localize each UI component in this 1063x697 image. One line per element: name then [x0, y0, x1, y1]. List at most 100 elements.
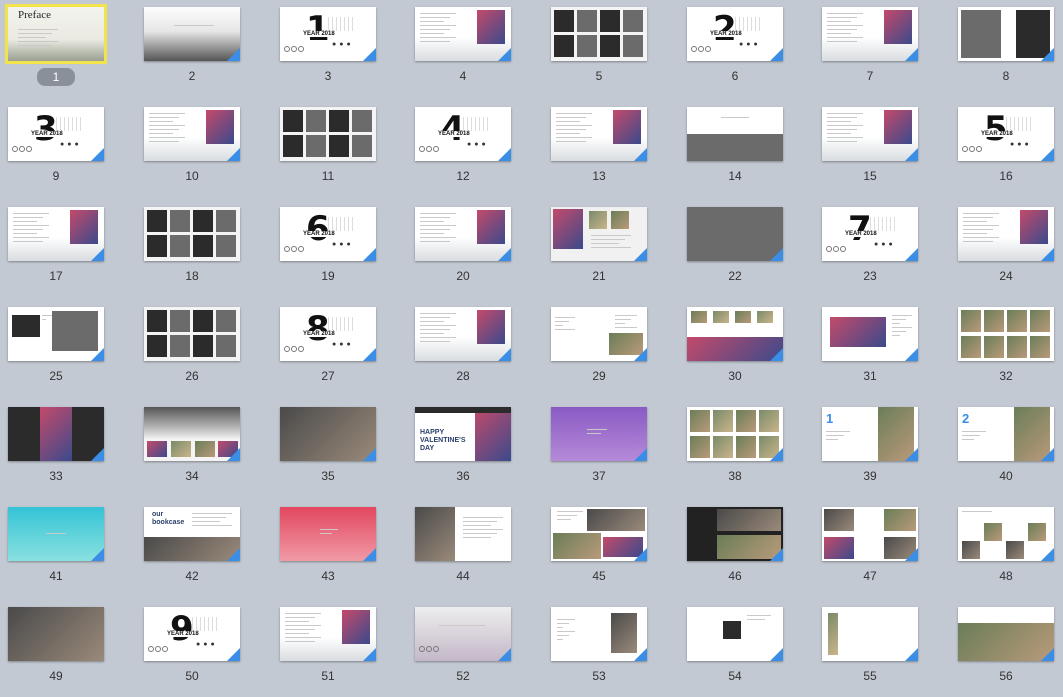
slide-thumbnail[interactable]: [280, 507, 376, 561]
slide-thumbnail[interactable]: 4 YEAR 2018 ●●●: [415, 107, 511, 161]
slide-3[interactable]: 1 YEAR 2018 ●●● 3: [280, 7, 416, 97]
slide-thumbnail[interactable]: [687, 207, 783, 261]
slide-thumbnail[interactable]: [687, 307, 783, 361]
slide-thumbnail[interactable]: [822, 507, 918, 561]
slide-52[interactable]: 52: [415, 607, 551, 697]
slide-42[interactable]: our bookcase 42: [144, 507, 280, 597]
slide-15[interactable]: 15: [822, 107, 958, 197]
slide-thumbnail[interactable]: [687, 107, 783, 161]
slide-thumbnail[interactable]: [958, 607, 1054, 661]
slide-thumbnail[interactable]: 5 YEAR 2018 ●●●: [958, 107, 1054, 161]
slide-56[interactable]: 56: [958, 607, 1063, 697]
slide-4[interactable]: 4: [415, 7, 551, 97]
slide-24[interactable]: 24: [958, 207, 1063, 297]
slide-19[interactable]: 6 YEAR 2018 ●●● 19: [280, 207, 416, 297]
slide-29[interactable]: 29: [551, 307, 687, 397]
slide-40[interactable]: 2 40: [958, 407, 1063, 497]
slide-thumbnail[interactable]: [958, 507, 1054, 561]
slide-thumbnail[interactable]: [958, 207, 1054, 261]
slide-27[interactable]: 8 YEAR 2018 ●●● 27: [280, 307, 416, 397]
slide-thumbnail[interactable]: 1 YEAR 2018 ●●●: [280, 7, 376, 61]
slide-1[interactable]: Preface 1: [5, 4, 144, 97]
slide-49[interactable]: 49: [8, 607, 144, 697]
slide-10[interactable]: 10: [144, 107, 280, 197]
slide-54[interactable]: 54: [687, 607, 823, 697]
slide-thumbnail[interactable]: [551, 207, 647, 261]
slide-28[interactable]: 28: [415, 307, 551, 397]
slide-thumbnail[interactable]: [687, 607, 783, 661]
slide-thumbnail[interactable]: [551, 107, 647, 161]
slide-8[interactable]: 8: [958, 7, 1063, 97]
slide-31[interactable]: 31: [822, 307, 958, 397]
slide-39[interactable]: 1 39: [822, 407, 958, 497]
slide-thumbnail[interactable]: [551, 507, 647, 561]
slide-35[interactable]: 35: [280, 407, 416, 497]
slide-thumbnail[interactable]: [8, 607, 104, 661]
slide-25[interactable]: 25: [8, 307, 144, 397]
slide-thumbnail[interactable]: [822, 307, 918, 361]
slide-thumbnail[interactable]: [280, 607, 376, 661]
slide-thumbnail[interactable]: [551, 407, 647, 461]
slide-thumbnail[interactable]: [551, 307, 647, 361]
slide-thumbnail[interactable]: [822, 7, 918, 61]
slide-32[interactable]: 32: [958, 307, 1063, 397]
slide-53[interactable]: 53: [551, 607, 687, 697]
slide-thumbnail[interactable]: 6 YEAR 2018 ●●●: [280, 207, 376, 261]
slide-47[interactable]: 47: [822, 507, 958, 597]
slide-22[interactable]: 22: [687, 207, 823, 297]
slide-thumbnail[interactable]: [822, 607, 918, 661]
slide-46[interactable]: 46: [687, 507, 823, 597]
slide-36[interactable]: HAPPY VALENTINE'S DAY 36: [415, 407, 551, 497]
slide-2[interactable]: 2: [144, 7, 280, 97]
slide-5[interactable]: 5: [551, 7, 687, 97]
slide-38[interactable]: 38: [687, 407, 823, 497]
slide-thumbnail[interactable]: [551, 7, 647, 61]
slide-45[interactable]: 45: [551, 507, 687, 597]
slide-thumbnail[interactable]: [144, 307, 240, 361]
slide-51[interactable]: 51: [280, 607, 416, 697]
slide-thumbnail[interactable]: 9 YEAR 2018 ●●●: [144, 607, 240, 661]
slide-thumbnail[interactable]: our bookcase: [144, 507, 240, 561]
slide-30[interactable]: 30: [687, 307, 823, 397]
slide-thumbnail[interactable]: [822, 107, 918, 161]
slide-55[interactable]: 55: [822, 607, 958, 697]
slide-44[interactable]: 44: [415, 507, 551, 597]
slide-6[interactable]: 2 YEAR 2018 ●●● 6: [687, 7, 823, 97]
slide-thumbnail[interactable]: [551, 607, 647, 661]
slide-thumbnail[interactable]: [687, 407, 783, 461]
slide-thumbnail[interactable]: [415, 207, 511, 261]
slide-thumbnail[interactable]: [415, 307, 511, 361]
slide-thumbnail[interactable]: [958, 307, 1054, 361]
slide-43[interactable]: 43: [280, 507, 416, 597]
slide-thumbnail[interactable]: [8, 307, 104, 361]
slide-thumbnail[interactable]: HAPPY VALENTINE'S DAY: [415, 407, 511, 461]
slide-12[interactable]: 4 YEAR 2018 ●●● 12: [415, 107, 551, 197]
slide-14[interactable]: 14: [687, 107, 823, 197]
slide-20[interactable]: 20: [415, 207, 551, 297]
slide-thumbnail[interactable]: 2: [958, 407, 1054, 461]
slide-41[interactable]: 41: [8, 507, 144, 597]
slide-thumbnail[interactable]: [415, 7, 511, 61]
slide-9[interactable]: 3 YEAR 2018 ●●● 9: [8, 107, 144, 197]
slide-thumbnail[interactable]: Preface: [5, 4, 107, 64]
slide-26[interactable]: 26: [144, 307, 280, 397]
slide-thumbnail[interactable]: [144, 407, 240, 461]
slide-48[interactable]: 48: [958, 507, 1063, 597]
slide-34[interactable]: 34: [144, 407, 280, 497]
slide-thumbnail[interactable]: 7 YEAR 2018 ●●●: [822, 207, 918, 261]
slide-7[interactable]: 7: [822, 7, 958, 97]
slide-16[interactable]: 5 YEAR 2018 ●●● 16: [958, 107, 1063, 197]
slide-thumbnail[interactable]: [144, 7, 240, 61]
slide-21[interactable]: 21: [551, 207, 687, 297]
slide-17[interactable]: 17: [8, 207, 144, 297]
slide-23[interactable]: 7 YEAR 2018 ●●● 23: [822, 207, 958, 297]
slide-thumbnail[interactable]: [8, 407, 104, 461]
slide-thumbnail[interactable]: 2 YEAR 2018 ●●●: [687, 7, 783, 61]
slide-50[interactable]: 9 YEAR 2018 ●●● 50: [144, 607, 280, 697]
slide-thumbnail[interactable]: [415, 607, 511, 661]
slide-11[interactable]: 11: [280, 107, 416, 197]
slide-37[interactable]: 37: [551, 407, 687, 497]
slide-thumbnail[interactable]: [280, 407, 376, 461]
slide-thumbnail[interactable]: [958, 7, 1054, 61]
slide-thumbnail[interactable]: 1: [822, 407, 918, 461]
